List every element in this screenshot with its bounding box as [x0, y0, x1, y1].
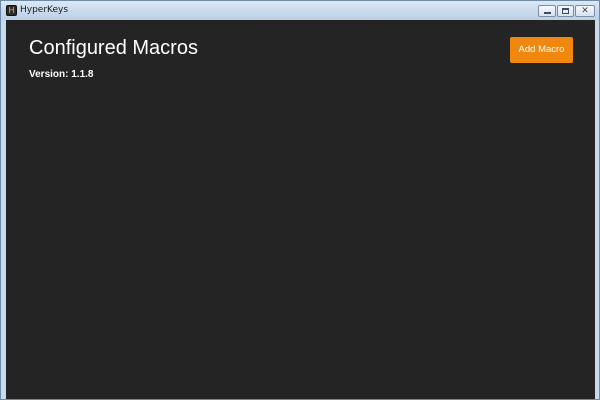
add-macro-button[interactable]: Add Macro	[510, 37, 573, 63]
version-label: Version: 1.1.8	[29, 69, 94, 80]
maximize-button[interactable]	[557, 5, 574, 17]
page-title: Configured Macros	[29, 37, 198, 59]
minimize-icon	[544, 12, 551, 14]
main-content: Configured Macros Version: 1.1.8 Add Mac…	[6, 20, 595, 399]
app-window: H HyperKeys ✕ Configured Macros Version:…	[0, 0, 600, 400]
app-icon-glyph: H	[8, 6, 15, 15]
window-title: HyperKeys	[20, 5, 69, 15]
app-icon: H	[6, 5, 17, 16]
title-bar[interactable]: H HyperKeys ✕	[1, 1, 599, 20]
maximize-icon	[562, 8, 569, 14]
minimize-button[interactable]	[538, 5, 556, 17]
close-icon: ✕	[581, 6, 589, 16]
close-button[interactable]: ✕	[575, 5, 595, 17]
